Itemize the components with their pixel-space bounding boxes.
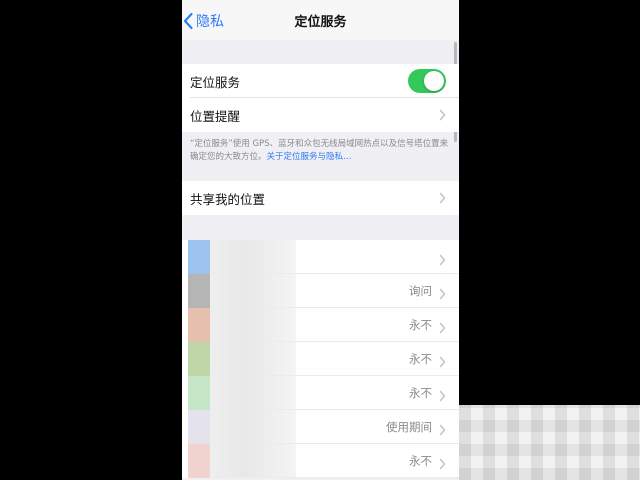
- redacted-app-name: [210, 342, 296, 376]
- location-alerts-label: 位置提醒: [190, 108, 241, 124]
- chevron-right-icon: [439, 189, 446, 208]
- app-row[interactable]: 使用期间: [182, 410, 459, 444]
- chevron-right-icon: [439, 353, 446, 372]
- share-location-group: 共享我的位置: [182, 181, 459, 215]
- pixelated-watermark: [459, 405, 640, 480]
- app-icon: [188, 376, 210, 410]
- redacted-app-name: [210, 240, 296, 274]
- chevron-right-icon: [439, 387, 446, 406]
- share-my-location-label: 共享我的位置: [190, 191, 266, 207]
- redacted-app-name: [210, 308, 296, 342]
- app-permission-value: 使用期间: [386, 420, 432, 434]
- app-permission-value: 永不: [409, 352, 432, 366]
- redacted-app-name: [210, 274, 296, 308]
- app-icon: [188, 410, 210, 444]
- navigation-bar: 隐私 定位服务: [182, 0, 459, 40]
- location-alerts-row[interactable]: 位置提醒: [182, 98, 459, 132]
- toggle-knob: [424, 71, 444, 91]
- location-services-label: 定位服务: [190, 74, 241, 90]
- app-icon: [188, 444, 210, 478]
- app-row[interactable]: 永不: [182, 308, 459, 342]
- app-icon: [188, 308, 210, 342]
- settings-screen: 隐私 定位服务 定位服务 位置提醒 “定位服务”使用 GPS、蓝牙和众包无线局域…: [182, 0, 459, 480]
- app-permission-value: 永不: [409, 454, 432, 468]
- app-icon: [188, 240, 210, 274]
- page-title: 定位服务: [294, 15, 347, 30]
- divider: [210, 477, 459, 478]
- redacted-app-name: [210, 444, 296, 478]
- app-row[interactable]: 询问: [182, 274, 459, 308]
- app-permission-value: 询问: [409, 284, 432, 298]
- app-row[interactable]: 永不: [182, 342, 459, 376]
- chevron-right-icon: [439, 106, 446, 125]
- redacted-app-name: [210, 410, 296, 444]
- app-icon: [188, 342, 210, 376]
- chevron-right-icon: [439, 251, 446, 270]
- app-row[interactable]: 永不: [182, 376, 459, 410]
- share-my-location-row[interactable]: 共享我的位置: [182, 181, 459, 215]
- app-row[interactable]: 永不: [182, 444, 459, 478]
- privacy-link[interactable]: 关于定位服务与隐私…: [267, 152, 352, 162]
- app-icon: [188, 274, 210, 308]
- location-services-footnote: “定位服务”使用 GPS、蓝牙和众包无线局域网热点以及信号塔位置来确定您的大致方…: [190, 138, 452, 164]
- redacted-app-name: [210, 376, 296, 410]
- chevron-right-icon: [439, 455, 446, 474]
- app-permission-value: 永不: [409, 386, 432, 400]
- chevron-right-icon: [439, 421, 446, 440]
- app-permission-value: 永不: [409, 318, 432, 332]
- location-services-toggle[interactable]: [408, 69, 446, 93]
- location-settings-group: 定位服务 位置提醒: [182, 64, 459, 132]
- chevron-right-icon: [439, 285, 446, 304]
- location-services-row: 定位服务: [182, 64, 459, 98]
- app-row[interactable]: [182, 240, 459, 274]
- chevron-right-icon: [439, 319, 446, 338]
